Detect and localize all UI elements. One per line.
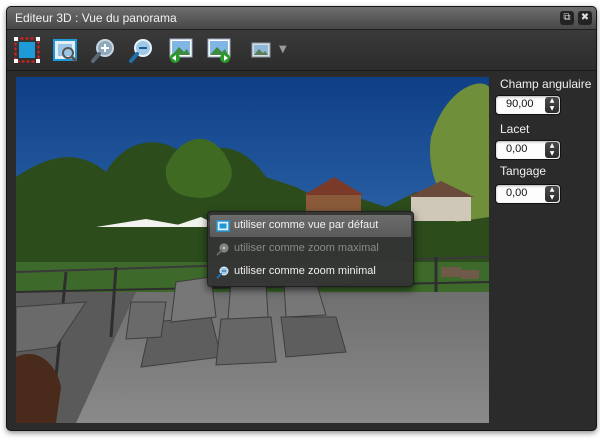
frame-view-tool-button[interactable] xyxy=(51,36,79,64)
zoom-min-icon xyxy=(216,266,229,279)
image-arrow-left-tool-button[interactable] xyxy=(167,36,195,64)
champ-angulaire-spinbox[interactable]: 90,00 ▲ ▼ xyxy=(495,95,561,115)
tools-dropdown-chevron-icon[interactable]: ▼ xyxy=(279,44,287,55)
image-icon xyxy=(251,42,271,58)
restore-window-button[interactable]: ⧉ xyxy=(560,11,574,25)
window-title: Editeur 3D : Vue du panorama xyxy=(15,11,177,25)
panorama-editor-window: Editeur 3D : Vue du panorama ⧉ ✖ ▼ utili… xyxy=(6,6,597,431)
tangage-value[interactable]: 0,00 xyxy=(506,187,527,199)
toolbar: ▼ xyxy=(7,30,596,71)
title-bar[interactable]: Editeur 3D : Vue du panorama ⧉ ✖ xyxy=(7,7,596,30)
lacet-value[interactable]: 0,00 xyxy=(506,143,527,155)
select-frame-icon xyxy=(14,37,40,63)
zoom-max-icon xyxy=(216,243,229,256)
stepper-arrows-icon[interactable]: ▲ ▼ xyxy=(545,142,559,158)
select-frame-tool-button[interactable] xyxy=(13,36,41,64)
panorama-viewport[interactable]: utiliser comme vue par défaut utiliser c… xyxy=(16,77,489,423)
use-as-default-view-menu-item[interactable]: utiliser comme vue par défaut xyxy=(210,215,411,237)
use-as-max-zoom-menu-item[interactable]: utiliser comme zoom maximal xyxy=(210,238,411,260)
image-arrow-left-icon xyxy=(169,38,193,63)
context-menu: utiliser comme vue par défaut utiliser c… xyxy=(207,211,414,287)
close-window-button[interactable]: ✖ xyxy=(578,11,592,25)
zoom-out-icon xyxy=(129,39,152,63)
champ-angulaire-label: Champ angulaire xyxy=(500,77,592,91)
lacet-label: Lacet xyxy=(500,122,530,136)
stepper-arrows-icon[interactable]: ▲ ▼ xyxy=(545,186,559,202)
menu-item-label: utiliser comme vue par défaut xyxy=(234,219,379,231)
image-tool-button[interactable] xyxy=(247,36,275,64)
champ-angulaire-value[interactable]: 90,00 xyxy=(506,98,534,110)
zoom-out-tool-button[interactable] xyxy=(127,36,155,64)
menu-item-label: utiliser comme zoom minimal xyxy=(234,265,376,277)
frame-view-icon xyxy=(53,39,78,63)
zoom-in-icon xyxy=(91,39,114,63)
tangage-label: Tangage xyxy=(500,164,547,178)
image-arrow-right-icon xyxy=(207,38,231,63)
image-arrow-right-tool-button[interactable] xyxy=(205,36,233,64)
use-as-min-zoom-menu-item[interactable]: utiliser comme zoom minimal xyxy=(210,261,411,283)
menu-item-label: utiliser comme zoom maximal xyxy=(234,242,379,254)
stepper-arrows-icon[interactable]: ▲ ▼ xyxy=(545,97,559,113)
lacet-spinbox[interactable]: 0,00 ▲ ▼ xyxy=(495,140,561,160)
zoom-in-tool-button[interactable] xyxy=(89,36,117,64)
default-view-icon xyxy=(216,220,230,232)
tangage-spinbox[interactable]: 0,00 ▲ ▼ xyxy=(495,184,561,204)
